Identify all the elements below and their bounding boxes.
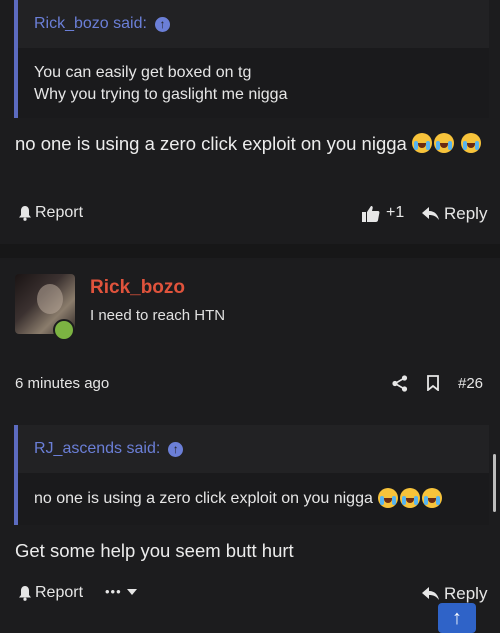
reaction-count: +1	[386, 204, 405, 221]
crying-laughing-emoji	[399, 488, 420, 508]
like-button[interactable]: +1	[362, 204, 404, 222]
thumbs-up-icon	[362, 205, 380, 222]
quote-content: You can easily get boxed on tg Why you t…	[18, 48, 489, 118]
report-label: Report	[35, 584, 84, 601]
quote-text: no one is using a zero click exploit on …	[34, 490, 373, 507]
scrollbar[interactable]	[493, 454, 496, 512]
more-label: •••	[105, 584, 122, 599]
post-number[interactable]: #26	[458, 375, 483, 392]
username[interactable]: Rick_bozo	[90, 277, 185, 299]
more-options-button[interactable]: •••	[105, 584, 137, 599]
reply-button[interactable]: Reply	[422, 204, 487, 224]
post-divider	[0, 244, 500, 258]
quote-author[interactable]: Rick_bozo said:	[34, 15, 147, 33]
report-label: Report	[35, 204, 84, 221]
report-button[interactable]: Report	[18, 584, 83, 602]
report-button[interactable]: Report	[18, 204, 83, 222]
quote-block: Rick_bozo said: ↑ You can easily get box…	[14, 0, 489, 118]
quote-content: no one is using a zero click exploit on …	[18, 473, 489, 525]
bell-icon	[19, 206, 31, 221]
share-icon[interactable]	[392, 375, 408, 392]
post-message: Get some help you seem butt hurt	[15, 540, 294, 561]
quote-author[interactable]: RJ_ascends said:	[34, 440, 160, 458]
crying-laughing-emoji	[377, 488, 398, 508]
crying-laughing-emoji	[411, 133, 432, 153]
quote-header[interactable]: Rick_bozo said: ↑	[18, 0, 489, 48]
arrow-up-icon[interactable]: ↑	[154, 16, 170, 32]
post-time[interactable]: 6 minutes ago	[15, 375, 109, 392]
reply-icon	[422, 207, 439, 220]
reply-label: Reply	[444, 584, 488, 603]
crying-laughing-emoji	[421, 488, 442, 508]
online-indicator	[53, 319, 75, 341]
arrow-up-icon[interactable]: ↑	[168, 441, 184, 457]
quote-line: Why you trying to gaslight me nigga	[34, 86, 288, 103]
crying-laughing-emoji	[461, 133, 482, 153]
bell-icon	[19, 586, 31, 601]
reply-label: Reply	[444, 204, 488, 223]
reply-button[interactable]: Reply	[422, 584, 487, 604]
scroll-top-button[interactable]: ↑	[438, 603, 476, 633]
reply-icon	[422, 587, 439, 600]
bookmark-icon[interactable]	[427, 375, 439, 391]
message-text: no one is using a zero click exploit on …	[15, 133, 407, 154]
quote-line: You can easily get boxed on tg	[34, 64, 252, 81]
crying-laughing-emoji	[433, 133, 454, 153]
user-title: I need to reach HTN	[90, 307, 226, 324]
arrow-up-icon: ↑	[452, 607, 462, 629]
post-message: no one is using a zero click exploit on …	[15, 131, 485, 157]
chevron-down-icon	[126, 588, 137, 595]
quote-block: RJ_ascends said: ↑ no one is using a zer…	[14, 425, 489, 525]
quote-header[interactable]: RJ_ascends said: ↑	[18, 425, 489, 473]
